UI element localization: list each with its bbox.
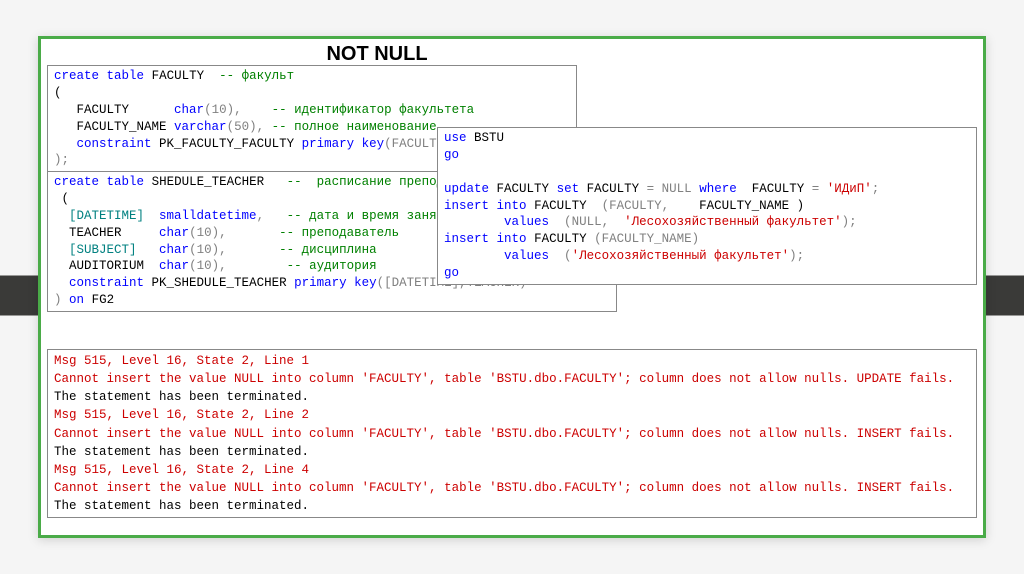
error-line: Msg 515, Level 16, State 2, Line 2 [54, 406, 970, 424]
code-line: values (NULL, 'Лесохозяйственный факульт… [444, 214, 970, 231]
code-line: insert into FACULTY (FACULTY_NAME) [444, 231, 970, 248]
error-line: Cannot insert the value NULL into column… [54, 479, 970, 497]
code-line: ) on FG2 [54, 292, 610, 309]
error-output: Msg 515, Level 16, State 2, Line 1 Canno… [47, 349, 977, 518]
code-line: ( [54, 85, 570, 102]
error-line: The statement has been terminated. [54, 497, 970, 515]
error-line: The statement has been terminated. [54, 388, 970, 406]
code-line: go [444, 265, 970, 282]
code-line: insert into FACULTY (FACULTY, FACULTY_NA… [444, 198, 970, 215]
code-line: values ('Лесохозяйственный факультет'); [444, 248, 970, 265]
code-line: use BSTU [444, 130, 970, 147]
error-line: Cannot insert the value NULL into column… [54, 425, 970, 443]
slide-frame: NOT NULL create table FACULTY -- факульт… [38, 36, 986, 538]
code-block-dml: use BSTU go update FACULTY set FACULTY =… [437, 127, 977, 285]
code-line: update FACULTY set FACULTY = NULL where … [444, 181, 970, 198]
error-line: Msg 515, Level 16, State 2, Line 1 [54, 352, 970, 370]
code-line: create table FACULTY -- факульт [54, 68, 570, 85]
code-line: FACULTY char(10), -- идентификатор факул… [54, 102, 570, 119]
code-line: go [444, 147, 970, 164]
page-title: NOT NULL [277, 43, 477, 66]
code-line [444, 164, 970, 181]
error-line: The statement has been terminated. [54, 443, 970, 461]
error-line: Cannot insert the value NULL into column… [54, 370, 970, 388]
error-line: Msg 515, Level 16, State 2, Line 4 [54, 461, 970, 479]
